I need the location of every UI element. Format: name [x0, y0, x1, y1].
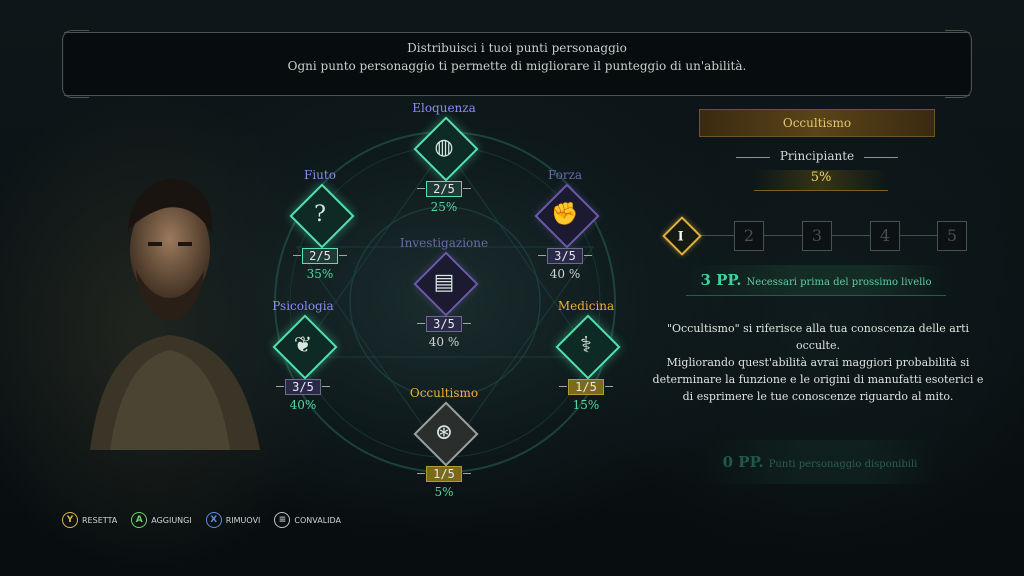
reset-button[interactable]: Y RESETTA [62, 512, 117, 528]
skill-name: Forza [547, 168, 583, 182]
level-1-label: I [677, 229, 684, 245]
caduceus-icon: ⚕ [580, 332, 592, 358]
add-label: AGGIUNGI [151, 515, 192, 525]
skill-level: 1/5 [559, 379, 613, 395]
banner-ornament-right [945, 30, 972, 98]
selected-skill-title: Occultismo [699, 109, 935, 137]
button-prompts: Y RESETTA A AGGIUNGI X RIMUOVI ≡ CONVALI… [62, 512, 347, 528]
occult-sigil-icon: ⊛ [434, 419, 454, 445]
skill-name: Fiuto [304, 168, 336, 182]
a-button-icon: A [131, 512, 148, 528]
skill-name: Medicina [557, 299, 615, 313]
skill-occultismo[interactable]: Occultismo ⊛ 1/5 5% [389, 385, 499, 499]
level-1-diamond: I [662, 216, 702, 256]
skill-percent: 15% [572, 398, 600, 412]
level-5-box: 5 [937, 221, 967, 251]
pp-available: 0 PP. Punti personaggio disponibili [700, 440, 940, 484]
level-4-box: 4 [870, 221, 900, 251]
skill-eloquenza[interactable]: Eloquenza ◍ 2/5 25% [389, 100, 499, 214]
skill-fiuto[interactable]: Fiuto ? 2/5 35% [265, 167, 375, 281]
skill-name: Investigazione [399, 236, 489, 250]
skill-level: 3/5 [538, 248, 592, 264]
question-icon: ? [314, 201, 326, 227]
reset-label: RESETTA [82, 515, 118, 525]
banner-ornament-left [62, 30, 89, 98]
level-2-box: 2 [734, 221, 764, 251]
skill-description: "Occultismo" si riferisce alla tua conos… [652, 322, 984, 403]
skill-level: 3/5 [276, 379, 330, 395]
pp-needed-value: 3 PP. [700, 271, 742, 289]
menu-button-icon: ≡ [274, 512, 291, 528]
skill-percent: 5% [434, 485, 454, 499]
documents-icon: ▤ [433, 269, 455, 295]
character-portrait [90, 179, 260, 450]
level-track: I 2 3 4 5 [662, 216, 969, 256]
pp-available-label: Punti personaggio disponibili [768, 459, 918, 470]
skill-level: 2/5 [293, 248, 347, 264]
skill-percent: 25% [430, 200, 458, 214]
skill-medicina[interactable]: Medicina ⚕ 1/5 15% [531, 298, 641, 412]
banner-subtitle: Ogni punto personaggio ti permette di mi… [287, 59, 747, 73]
skill-level: 3/5 [417, 316, 471, 332]
skill-percent: 35% [306, 267, 334, 281]
add-button[interactable]: A AGGIUNGI [131, 512, 192, 528]
fist-icon: ✊ [551, 201, 579, 227]
skill-level: 2/5 [417, 181, 471, 197]
coins-icon: ◍ [434, 134, 454, 160]
skill-rank: Principiante [736, 149, 898, 163]
skill-investigazione[interactable]: Investigazione ▤ 3/5 40 % [389, 235, 499, 349]
skill-forza[interactable]: Forza ✊ 3/5 40 % [510, 167, 620, 281]
skill-level: 1/5 [417, 466, 471, 482]
remove-button[interactable]: X RIMUOVI [205, 512, 261, 528]
x-button-icon: X [205, 512, 222, 528]
skill-percent: 40 % [428, 335, 460, 349]
confirm-label: CONVALIDA [294, 515, 342, 525]
remove-label: RIMUOVI [225, 515, 261, 525]
brain-icon: ❦ [293, 332, 313, 358]
instruction-banner: Distribuisci i tuoi punti personaggio Og… [62, 30, 972, 98]
y-button-icon: Y [62, 512, 78, 528]
skill-percent: 40 % [549, 267, 581, 281]
skill-name: Eloquenza [412, 101, 476, 115]
pp-needed: 3 PP. Necessari prima del prossimo livel… [686, 265, 946, 296]
banner-title: Distribuisci i tuoi punti personaggio [407, 41, 627, 55]
pp-needed-label: Necessari prima del prossimo livello [746, 277, 932, 288]
skill-progress-percent: 5% [754, 170, 888, 191]
skill-name: Psicologia [272, 299, 334, 313]
level-3-box: 3 [802, 221, 832, 251]
confirm-button[interactable]: ≡ CONVALIDA [274, 512, 341, 528]
skill-name: Occultismo [409, 386, 479, 400]
skill-percent: 40% [289, 398, 317, 412]
pp-available-value: 0 PP. [722, 453, 764, 471]
skill-psicologia[interactable]: Psicologia ❦ 3/5 40% [248, 298, 358, 412]
